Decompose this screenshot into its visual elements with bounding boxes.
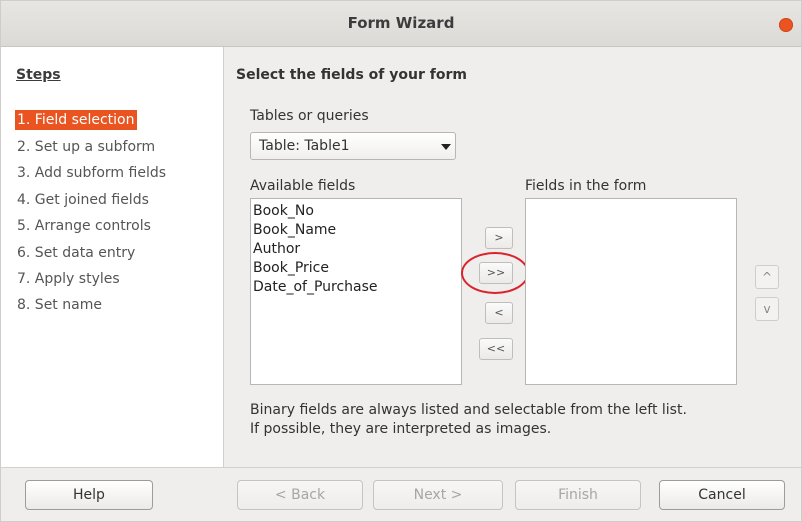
fields-in-form-list[interactable]: [525, 198, 737, 385]
step-add-subform-fields[interactable]: 3. Add subform fields: [15, 163, 168, 183]
title-bar: Form Wizard: [1, 1, 801, 47]
move-up-button[interactable]: ^: [755, 265, 779, 289]
steps-heading: Steps: [16, 67, 61, 83]
help-button[interactable]: Help: [25, 480, 153, 510]
list-item[interactable]: Book_No: [253, 202, 314, 221]
list-item[interactable]: Book_Price: [253, 259, 329, 278]
tables-dropdown-value: Table: Table1: [259, 138, 350, 154]
move-down-button[interactable]: v: [755, 297, 779, 321]
step-set-data-entry[interactable]: 6. Set data entry: [15, 243, 137, 263]
remove-field-button[interactable]: <: [485, 302, 513, 324]
form-wizard-window: Form Wizard Steps 1. Field selection 2. …: [0, 0, 802, 522]
finish-button[interactable]: Finish: [515, 480, 641, 510]
cancel-button[interactable]: Cancel: [659, 480, 785, 510]
next-button[interactable]: Next >: [373, 480, 503, 510]
back-button[interactable]: < Back: [237, 480, 363, 510]
window-title: Form Wizard: [347, 14, 455, 32]
page-title: Select the fields of your form: [236, 67, 467, 83]
available-fields-list[interactable]: Book_No Book_Name Author Book_Price Date…: [250, 198, 462, 385]
steps-panel: Steps 1. Field selection 2. Set up a sub…: [1, 47, 224, 467]
available-fields-label: Available fields: [250, 178, 356, 194]
step-apply-styles[interactable]: 7. Apply styles: [15, 269, 122, 289]
footer-divider: [1, 467, 801, 468]
step-set-name[interactable]: 8. Set name: [15, 295, 104, 315]
info-text-line1: Binary fields are always listed and sele…: [250, 402, 687, 418]
step-field-selection[interactable]: 1. Field selection: [15, 110, 137, 130]
step-arrange-controls[interactable]: 5. Arrange controls: [15, 216, 153, 236]
add-field-button[interactable]: >: [485, 227, 513, 249]
list-item[interactable]: Book_Name: [253, 221, 336, 240]
add-all-fields-button[interactable]: >>: [479, 262, 513, 284]
remove-all-fields-button[interactable]: <<: [479, 338, 513, 360]
step-get-joined-fields[interactable]: 4. Get joined fields: [15, 190, 151, 210]
close-icon[interactable]: [779, 18, 793, 32]
list-item[interactable]: Date_of_Purchase: [253, 278, 378, 297]
chevron-down-icon: [441, 144, 451, 150]
tables-or-queries-label: Tables or queries: [250, 108, 369, 124]
step-set-up-subform[interactable]: 2. Set up a subform: [15, 137, 157, 157]
tables-dropdown[interactable]: Table: Table1: [250, 132, 456, 160]
info-text-line2: If possible, they are interpreted as ima…: [250, 421, 552, 437]
list-item[interactable]: Author: [253, 240, 300, 259]
fields-in-form-label: Fields in the form: [525, 178, 647, 194]
